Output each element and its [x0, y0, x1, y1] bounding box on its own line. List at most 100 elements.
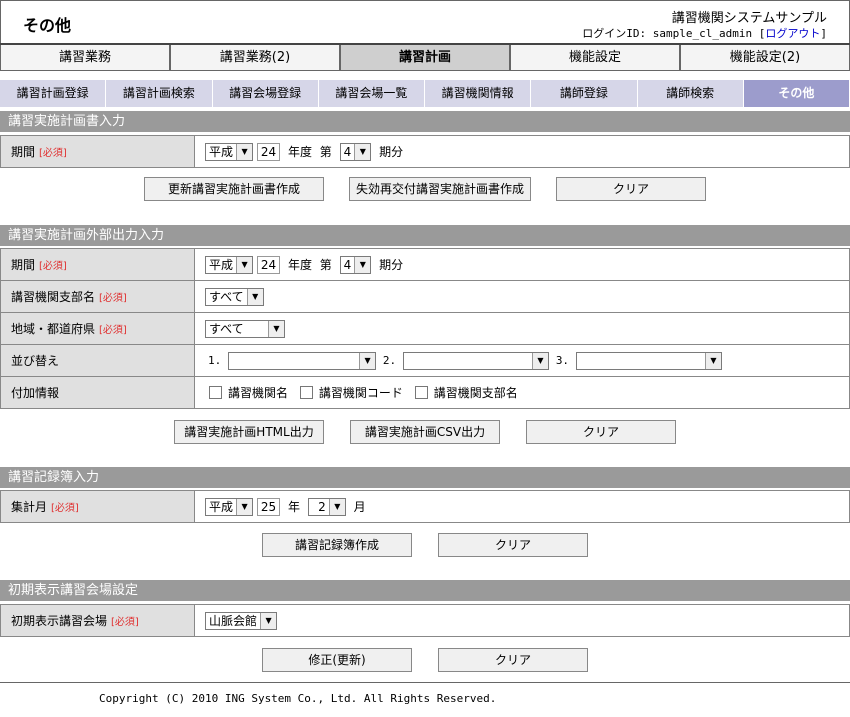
- branch-select[interactable]: すべて ▼: [205, 287, 264, 306]
- chevron-down-icon: ▼: [328, 498, 345, 515]
- clear-button[interactable]: クリア: [556, 177, 706, 201]
- login-id-text: ログインID: sample_cl_admin [: [582, 27, 766, 40]
- required-mark: [必須]: [39, 261, 67, 272]
- term-unit: 期分: [379, 258, 404, 272]
- renew-plan-button[interactable]: 更新講習実施計画書作成: [144, 177, 324, 201]
- subtab-venue-list[interactable]: 講習会場一覧: [318, 80, 425, 107]
- subtab-org-info[interactable]: 講習機関情報: [425, 80, 532, 107]
- sort-label: 並び替え: [11, 354, 60, 368]
- month-label: 集計月: [11, 500, 48, 514]
- create-record-book-button[interactable]: 講習記録簿作成: [262, 533, 412, 557]
- subtab-lecturer-search[interactable]: 講師検索: [637, 80, 744, 107]
- clear-button[interactable]: クリア: [438, 533, 588, 557]
- venue-label-cell: 初期表示講習会場 [必須]: [0, 604, 195, 637]
- main-tabs: 講習業務 講習業務(2) 講習計画 機能設定 機能設定(2): [0, 43, 850, 71]
- year-input[interactable]: 25: [256, 497, 281, 516]
- branch-row: 講習機関支部名 [必須] すべて ▼: [0, 280, 850, 313]
- month-value-cell: 平成 ▼ 25 年 2 ▼ 月: [194, 490, 850, 523]
- sort-num-1: 1.: [208, 354, 222, 367]
- period-value-cell: 平成 ▼ 24 年度 第 4 ▼ 期分: [194, 135, 850, 168]
- subtab-lecturer-register[interactable]: 講師登録: [531, 80, 638, 107]
- sort-select-3[interactable]: ▼: [575, 351, 722, 370]
- subtab-venue-register[interactable]: 講習会場登録: [212, 80, 319, 107]
- venue-label: 初期表示講習会場: [11, 614, 108, 628]
- clear-button[interactable]: クリア: [526, 420, 676, 444]
- reissue-plan-button[interactable]: 失効再交付講習実施計画書作成: [349, 177, 531, 201]
- org-name-checkbox[interactable]: [209, 386, 222, 399]
- chevron-down-icon: ▼: [359, 352, 376, 369]
- period-label-cell: 期間 [必須]: [0, 248, 195, 281]
- sort-value-cell: 1. ▼ 2. ▼ 3. ▼: [194, 344, 850, 377]
- logout-link[interactable]: ログアウト: [765, 27, 820, 40]
- tab-kino-settei[interactable]: 機能設定: [510, 45, 680, 71]
- section-record-book-header: 講習記録簿入力: [0, 467, 850, 488]
- sort-select-1[interactable]: ▼: [228, 351, 377, 370]
- sort-num-3: 3.: [555, 354, 570, 367]
- required-mark: [必須]: [111, 617, 139, 628]
- venue-row: 初期表示講習会場 [必須] 山脈会館 ▼: [0, 604, 850, 637]
- html-output-button[interactable]: 講習実施計画HTML出力: [174, 420, 324, 444]
- era-select[interactable]: 平成 ▼: [205, 255, 254, 274]
- tab-koshu-gyomu[interactable]: 講習業務: [0, 45, 170, 71]
- year-input[interactable]: 24: [256, 255, 281, 274]
- region-select[interactable]: すべて ▼: [205, 319, 285, 338]
- month-row: 集計月 [必須] 平成 ▼ 25 年 2 ▼ 月: [0, 490, 850, 523]
- dai-label: 第: [319, 145, 332, 159]
- required-mark: [必須]: [99, 293, 127, 304]
- section-external-output-form: 期間 [必須] 平成 ▼ 24 年度 第 4 ▼ 期分 講習機関支部名 [必須] すべて…: [0, 248, 850, 409]
- month-unit: 月: [353, 500, 366, 514]
- sort-select-2[interactable]: ▼: [402, 351, 549, 370]
- year-input[interactable]: 24: [256, 142, 281, 161]
- period-value-cell: 平成 ▼ 24 年度 第 4 ▼ 期分: [194, 248, 850, 281]
- sort-row: 並び替え 1. ▼ 2. ▼ 3. ▼: [0, 344, 850, 377]
- chevron-down-icon: ▼: [268, 320, 284, 337]
- region-row: 地域・都道府県 [必須] すべて ▼: [0, 312, 850, 345]
- period-label: 期間: [11, 258, 36, 272]
- section-default-venue-header: 初期表示講習会場設定: [0, 580, 850, 601]
- required-mark: [必須]: [51, 503, 79, 514]
- branch-label-cell: 講習機関支部名 [必須]: [0, 280, 195, 313]
- sort-num-2: 2.: [382, 354, 397, 367]
- region-label: 地域・都道府県: [11, 322, 96, 336]
- subtab-other[interactable]: その他: [743, 80, 850, 107]
- region-value-cell: すべて ▼: [194, 312, 850, 345]
- footer-divider: [0, 682, 850, 683]
- year-unit: 年度: [287, 258, 312, 272]
- branch-label: 講習機関支部名: [11, 290, 96, 304]
- sort-label-cell: 並び替え: [0, 344, 195, 377]
- venue-select[interactable]: 山脈会館 ▼: [205, 611, 278, 630]
- year-unit: 年: [287, 500, 300, 514]
- section-record-book-form: 集計月 [必須] 平成 ▼ 25 年 2 ▼ 月: [0, 490, 850, 523]
- clear-button[interactable]: クリア: [438, 648, 588, 672]
- term-select[interactable]: 4 ▼: [339, 142, 372, 161]
- tab-koshu-gyomu-2[interactable]: 講習業務(2): [170, 45, 340, 71]
- chevron-down-icon: ▼: [531, 352, 548, 369]
- section-plan-input-form: 期間 [必須] 平成 ▼ 24 年度 第 4 ▼ 期分: [0, 135, 850, 168]
- login-info: ログインID: sample_cl_admin [ログアウト]: [582, 25, 827, 41]
- org-code-option-label: 講習機関コード: [318, 386, 403, 400]
- term-select[interactable]: 4 ▼: [339, 255, 372, 274]
- era-select[interactable]: 平成 ▼: [205, 142, 254, 161]
- branch-name-checkbox[interactable]: [414, 386, 428, 399]
- required-mark: [必須]: [39, 148, 67, 159]
- chevron-down-icon: ▼: [354, 256, 371, 273]
- section-external-output-header: 講習実施計画外部出力入力: [0, 225, 850, 246]
- chevron-down-icon: ▼: [704, 352, 721, 369]
- org-code-checkbox[interactable]: [299, 386, 313, 399]
- extra-label: 付加情報: [11, 386, 60, 400]
- update-button[interactable]: 修正(更新): [262, 648, 412, 672]
- chevron-down-icon: ▼: [236, 256, 253, 273]
- subtab-plan-search[interactable]: 講習計画検索: [106, 80, 213, 107]
- month-select[interactable]: 2 ▼: [307, 497, 346, 516]
- tab-kino-settei-2[interactable]: 機能設定(2): [680, 45, 850, 71]
- chevron-down-icon: ▼: [236, 143, 253, 160]
- era-select[interactable]: 平成 ▼: [205, 497, 254, 516]
- page-title: その他: [23, 16, 72, 35]
- period-row: 期間 [必須] 平成 ▼ 24 年度 第 4 ▼ 期分: [0, 248, 850, 281]
- subtab-plan-register[interactable]: 講習計画登録: [0, 80, 107, 107]
- extra-value-cell: 講習機関名 講習機関コード 講習機関支部名: [194, 376, 850, 409]
- csv-output-button[interactable]: 講習実施計画CSV出力: [350, 420, 500, 444]
- tab-koshu-keikaku[interactable]: 講習計画: [340, 45, 510, 71]
- extra-label-cell: 付加情報: [0, 376, 195, 409]
- period-label: 期間: [11, 145, 36, 159]
